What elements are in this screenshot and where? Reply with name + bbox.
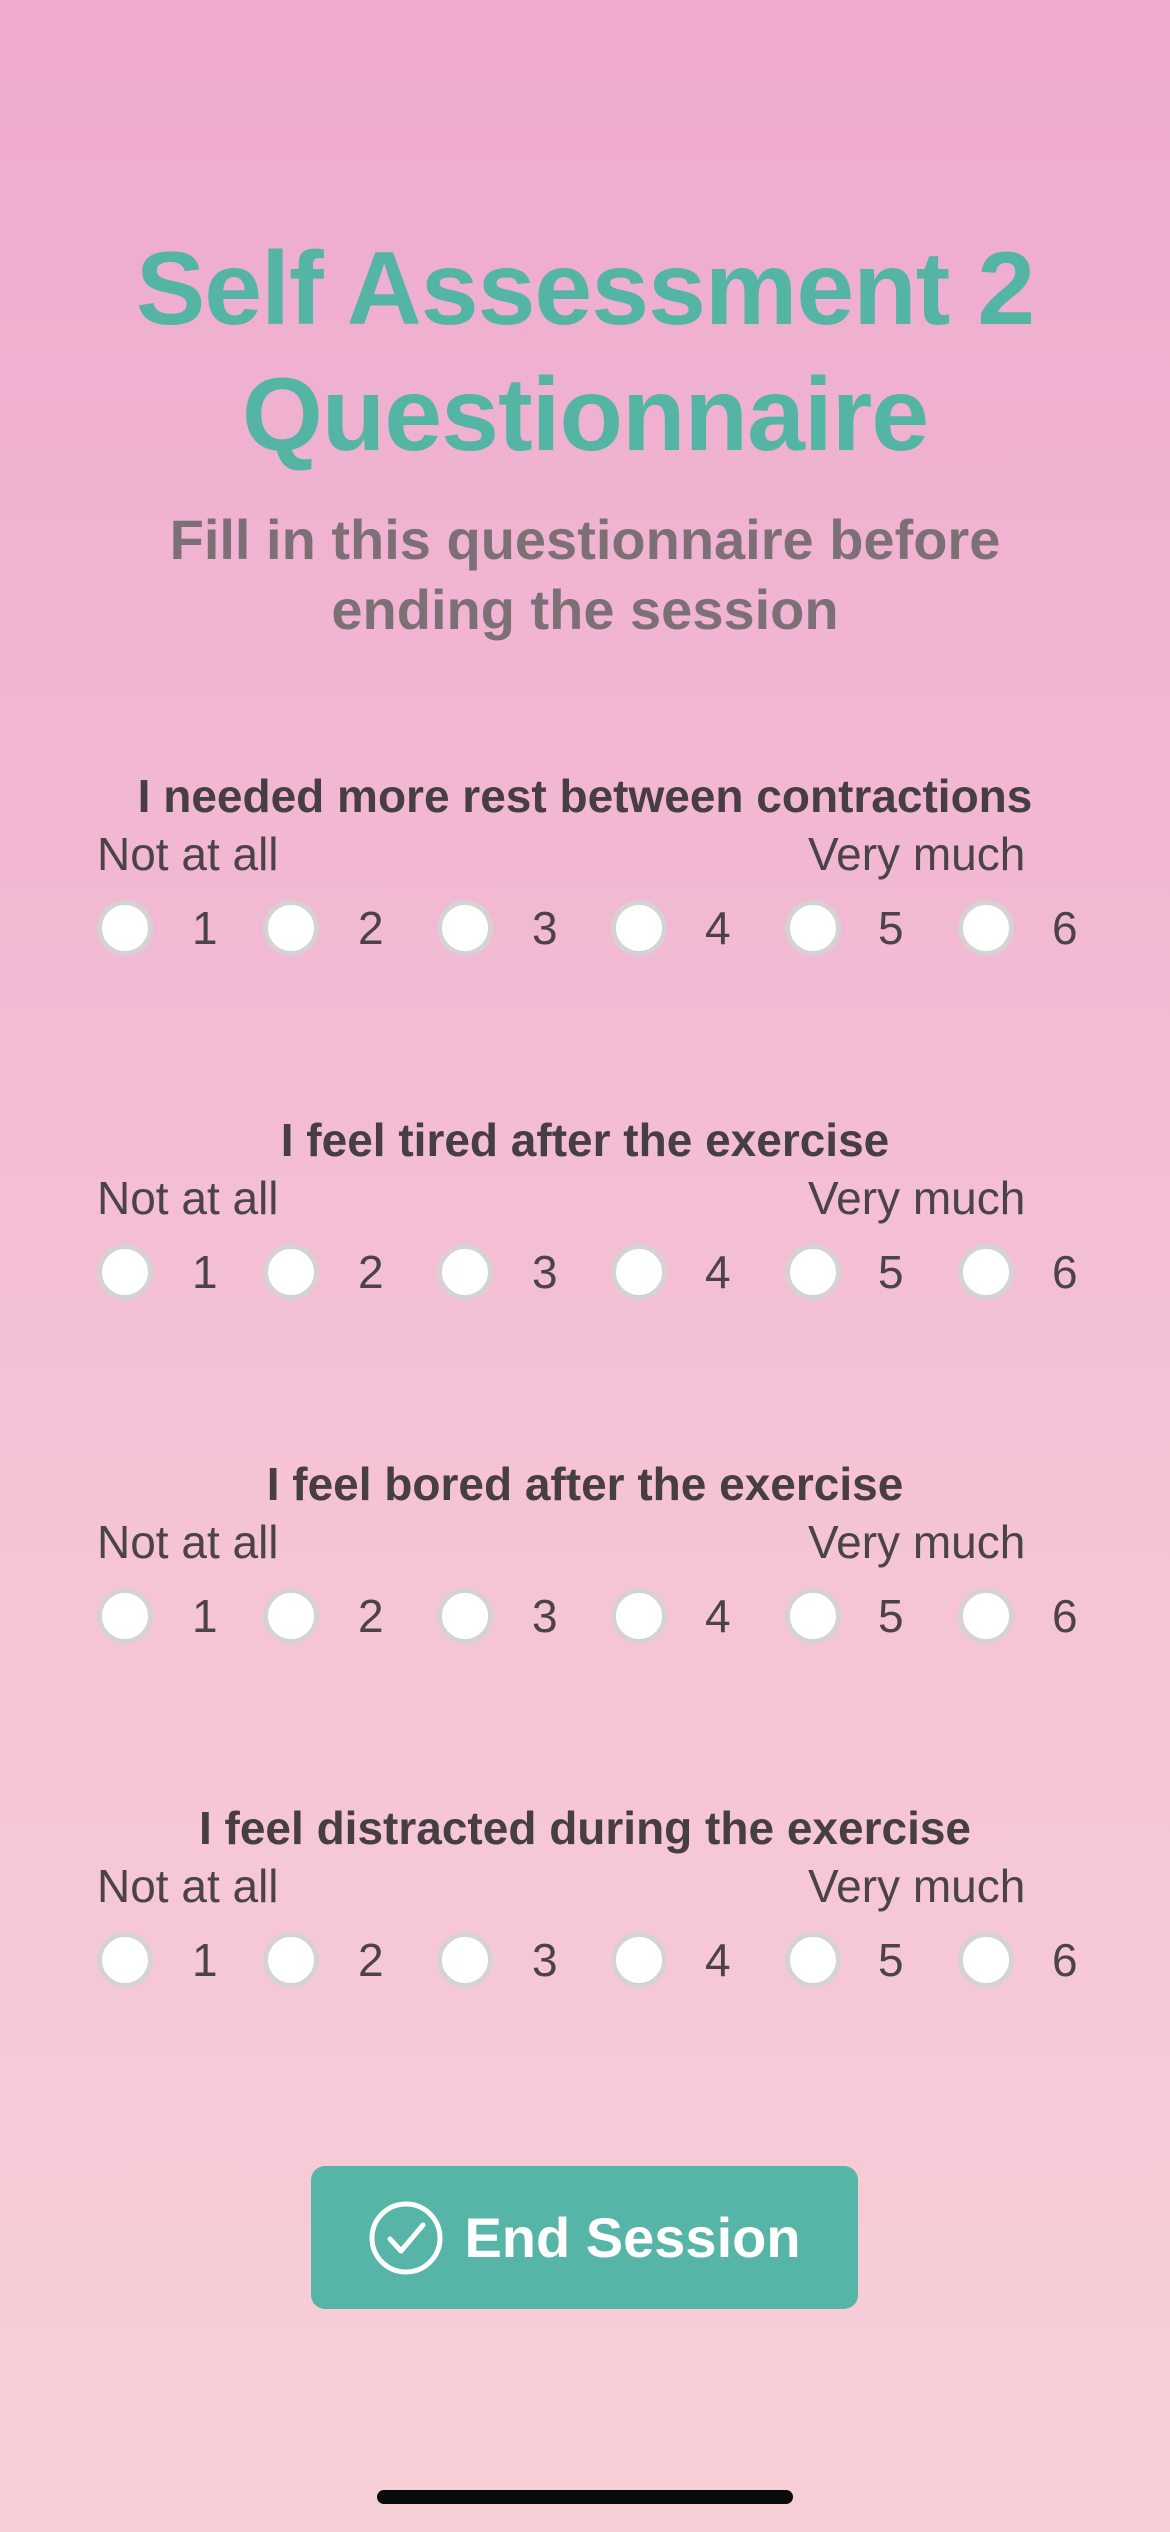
scale-low-label: Not at all [97,1172,279,1224]
radio-option-1[interactable] [97,1244,153,1300]
radio-option-5[interactable] [785,1244,841,1300]
title-line-1: Self Assessment 2 [135,231,1035,347]
question-text: I feel distracted during the exercise [198,1802,972,1854]
radio-option-label: 3 [532,1934,558,1986]
radio-option-label: 5 [878,1590,904,1642]
radio-option-label: 6 [1052,1934,1078,1986]
radio-option-5[interactable] [785,900,841,956]
radio-option-4[interactable] [611,1932,667,1988]
radio-option-label: 1 [192,1246,218,1298]
question-2: I feel tired after the exercise Not at al… [0,1112,1170,1412]
radio-option-label: 5 [878,1246,904,1298]
question-text: I feel tired after the exercise [280,1114,890,1166]
question-3: I feel bored after the exercise Not at al… [0,1456,1170,1756]
radio-option-1[interactable] [97,900,153,956]
radio-option-label: 4 [705,902,731,954]
radio-option-label: 4 [705,1590,731,1642]
radio-option-label: 2 [358,902,384,954]
question-1: I needed more rest between contractions N… [0,768,1170,1068]
scale-low-label: Not at all [97,1516,279,1568]
radio-option-2[interactable] [263,1588,319,1644]
radio-option-label: 5 [878,902,904,954]
radio-option-6[interactable] [958,900,1014,956]
scale-high-label: Very much [808,828,1026,880]
subtitle-line-2: ending the session [331,578,839,641]
radio-option-3[interactable] [437,1588,493,1644]
radio-option-label: 2 [358,1934,384,1986]
scale-high-label: Very much [808,1860,1026,1912]
home-indicator [377,2490,793,2504]
radio-option-label: 6 [1052,1246,1078,1298]
scale-low-label: Not at all [97,1860,279,1912]
radio-option-label: 5 [878,1934,904,1986]
radio-option-label: 3 [532,902,558,954]
title-line-2: Questionnaire [241,357,929,473]
radio-option-label: 1 [192,902,218,954]
check-circle-icon [369,2201,443,2274]
radio-option-6[interactable] [958,1932,1014,1988]
end-session-label: End Session [464,2205,801,2269]
question-4: I feel distracted during the exercise Not… [0,1800,1170,2100]
page-title: Self Assessment 2 Questionnaire [0,226,1170,478]
radio-option-label: 3 [532,1590,558,1642]
radio-option-label: 4 [705,1246,731,1298]
radio-option-5[interactable] [785,1932,841,1988]
radio-option-3[interactable] [437,1244,493,1300]
page-subtitle: Fill in this questionnaire before ending… [0,505,1170,645]
scale-high-label: Very much [808,1516,1026,1568]
radio-option-label: 1 [192,1590,218,1642]
radio-option-label: 6 [1052,1590,1078,1642]
scale-low-label: Not at all [97,828,279,880]
radio-option-1[interactable] [97,1932,153,1988]
radio-option-2[interactable] [263,900,319,956]
radio-option-label: 1 [192,1934,218,1986]
radio-option-4[interactable] [611,1588,667,1644]
radio-option-2[interactable] [263,1932,319,1988]
scale-high-label: Very much [808,1172,1026,1224]
radio-option-label: 2 [358,1590,384,1642]
radio-option-label: 4 [705,1934,731,1986]
radio-option-6[interactable] [958,1588,1014,1644]
radio-option-3[interactable] [437,900,493,956]
radio-option-4[interactable] [611,1244,667,1300]
radio-option-5[interactable] [785,1588,841,1644]
question-text: I feel bored after the exercise [266,1458,904,1510]
radio-option-1[interactable] [97,1588,153,1644]
question-text: I needed more rest between contractions [137,770,1033,822]
radio-option-4[interactable] [611,900,667,956]
subtitle-line-1: Fill in this questionnaire before [169,508,1001,571]
radio-option-2[interactable] [263,1244,319,1300]
end-session-button[interactable]: End Session [311,2166,858,2309]
radio-option-3[interactable] [437,1932,493,1988]
radio-option-label: 2 [358,1246,384,1298]
radio-option-label: 3 [532,1246,558,1298]
radio-option-label: 6 [1052,902,1078,954]
radio-option-6[interactable] [958,1244,1014,1300]
